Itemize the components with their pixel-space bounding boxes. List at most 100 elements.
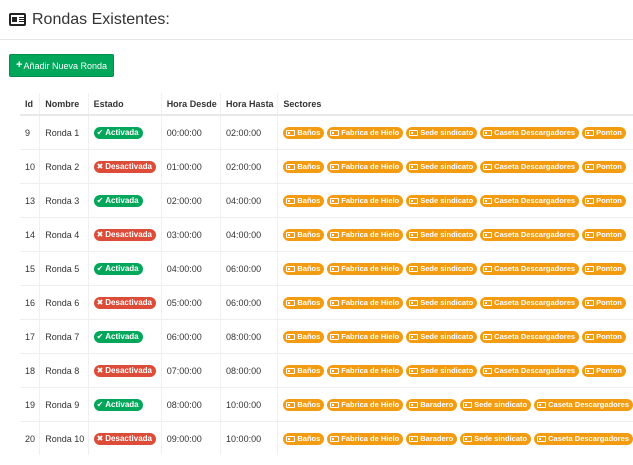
cell-hora-desde: 09:00:00 <box>160 421 221 455</box>
cell-hora-desde: 07:00:00 <box>160 353 221 388</box>
sector-list: Baños Fabrica de Hielo Sede sindicato Caset… <box>283 194 633 207</box>
status-badge: ✔ Activada <box>93 194 143 207</box>
cell-estado: ✔ Activada <box>87 319 162 354</box>
sector-badge: Caseta Descargadores <box>480 194 580 207</box>
sector-badge: Sede sindicato <box>406 330 478 343</box>
id-card-icon <box>330 367 340 374</box>
table-row[interactable]: 14 Ronda 4 ✖ Desactivada 03:00:00 04:00:00 Bañ… <box>20 217 633 252</box>
sector-badge-label: Baños <box>297 434 321 443</box>
cell-sectores: Baños Fabrica de Hielo Sede sindicato Caset… <box>277 149 633 184</box>
sector-badge: Caseta Descargadores <box>480 364 580 377</box>
sector-list: Baños Fabrica de Hielo Sede sindicato Caset… <box>283 364 633 377</box>
sector-badge-label: Baños <box>297 298 321 307</box>
sector-badge-label: Caseta Descargadores <box>494 128 576 137</box>
table-row[interactable]: 17 Ronda 7 ✔ Activada 06:00:00 08:00:00 Baños F… <box>20 319 633 354</box>
add-round-button[interactable]: + Añadir Nueva Ronda <box>9 54 114 77</box>
sector-badge-label: Sede sindicato <box>474 434 528 443</box>
sector-badge-label: Baños <box>297 366 321 375</box>
sector-badge: Fabrica de Hielo <box>327 398 404 411</box>
sector-badge-label: Baños <box>297 196 321 205</box>
cell-estado: ✖ Desactivada <box>87 285 162 320</box>
column-header-estado: Estado <box>87 93 162 116</box>
id-card-icon <box>585 129 595 136</box>
id-card-icon <box>483 129 493 136</box>
sector-badge-label: Fabrica de Hielo <box>341 230 400 239</box>
cell-sectores: Baños Fabrica de Hielo Sede sindicato Caset… <box>277 115 633 150</box>
sector-badge-label: Fabrica de Hielo <box>341 332 400 341</box>
page-title: Rondas Existentes: <box>32 10 170 28</box>
sector-badge: Caseta Descargadores <box>480 228 580 241</box>
sector-badge: Ponton <box>582 262 626 275</box>
sector-badge-label: Caseta Descargadores <box>494 196 576 205</box>
sector-badge-label: Fabrica de Hielo <box>341 434 400 443</box>
table-row[interactable]: 9 Ronda 1 ✔ Activada 00:00:00 02:00:00 Baños Fa… <box>20 115 633 150</box>
cell-id: 16 <box>20 285 40 320</box>
id-card-icon <box>286 265 296 272</box>
cell-id: 15 <box>20 251 40 286</box>
table-row[interactable]: 19 Ronda 9 ✔ Activada 08:00:00 10:00:00 Baños F… <box>20 387 633 422</box>
table-row[interactable]: 18 Ronda 8 ✖ Desactivada 07:00:00 08:00:00 Bañ… <box>20 353 633 388</box>
status-badge-label: Activada <box>105 399 139 409</box>
sector-badge: Baños <box>283 262 325 275</box>
id-card-icon <box>409 197 419 204</box>
page-header: Rondas Existentes: <box>0 0 633 40</box>
cell-hora-desde: 05:00:00 <box>160 285 221 320</box>
cell-estado: ✔ Activada <box>87 115 162 150</box>
id-card-icon <box>409 265 419 272</box>
cell-hora-desde: 02:00:00 <box>160 183 221 218</box>
sector-badge-label: Sede sindicato <box>420 196 474 205</box>
cell-hora-hasta: 06:00:00 <box>220 285 278 320</box>
cell-hora-desde: 00:00:00 <box>160 115 221 150</box>
sector-badge: Fabrica de Hielo <box>327 432 404 445</box>
id-card-icon <box>483 197 493 204</box>
cell-nombre: Ronda 8 <box>39 353 89 388</box>
id-card-icon <box>537 401 547 408</box>
sector-badge: Baradero <box>406 432 458 445</box>
table-row[interactable]: 10 Ronda 2 ✖ Desactivada 01:00:00 02:00:00 Bañ… <box>20 149 633 184</box>
sector-badge-label: Sede sindicato <box>420 264 474 273</box>
id-card-icon <box>330 435 340 442</box>
sector-badge: Baños <box>283 364 325 377</box>
status-badge-label: Activada <box>105 331 139 341</box>
status-badge-label: Desactivada <box>105 365 152 375</box>
id-card-icon <box>585 265 595 272</box>
sector-badge-label: Fabrica de Hielo <box>341 128 400 137</box>
sector-badge-label: Ponton <box>596 366 622 375</box>
table-body: 9 Ronda 1 ✔ Activada 00:00:00 02:00:00 Baños Fa… <box>20 115 633 455</box>
sector-badge: Baños <box>283 398 325 411</box>
cell-id: 19 <box>20 387 40 422</box>
table-row[interactable]: 13 Ronda 3 ✔ Activada 02:00:00 04:00:00 Baños F… <box>20 183 633 218</box>
sector-badge-label: Sede sindicato <box>420 230 474 239</box>
cell-id: 10 <box>20 149 40 184</box>
sector-badge-label: Caseta Descargadores <box>494 298 576 307</box>
sector-badge-label: Sede sindicato <box>420 128 474 137</box>
sector-list: Baños Fabrica de Hielo Sede sindicato Caset… <box>283 160 633 173</box>
table-row[interactable]: 20 Ronda 10 ✖ Desactivada 09:00:00 10:00:00 Ba… <box>20 421 633 455</box>
status-badge-label: Activada <box>105 263 139 273</box>
sector-badge-label: Sede sindicato <box>420 162 474 171</box>
cell-id: 17 <box>20 319 40 354</box>
sector-list: Baños Fabrica de Hielo Sede sindicato Caset… <box>283 262 633 275</box>
sector-badge-label: Ponton <box>596 332 622 341</box>
times-circle-icon: ✖ <box>96 229 104 239</box>
id-card-icon <box>483 299 493 306</box>
cell-sectores: Baños Fabrica de Hielo Sede sindicato Caset… <box>277 251 633 286</box>
id-card-icon <box>409 435 419 442</box>
sector-badge: Sede sindicato <box>406 160 478 173</box>
id-card-icon <box>537 435 547 442</box>
cell-id: 20 <box>20 421 40 455</box>
sector-badge: Baños <box>283 296 325 309</box>
id-card-icon <box>286 231 296 238</box>
table-row[interactable]: 16 Ronda 6 ✖ Desactivada 05:00:00 06:00:00 Bañ… <box>20 285 633 320</box>
status-badge-label: Desactivada <box>105 433 152 443</box>
sector-badge: Fabrica de Hielo <box>327 330 404 343</box>
sector-badge-label: Sede sindicato <box>420 366 474 375</box>
id-card-icon <box>330 401 340 408</box>
column-header-nombre: Nombre <box>39 93 89 116</box>
id-card-icon <box>409 163 419 170</box>
id-card-icon <box>330 333 340 340</box>
id-card-icon <box>330 299 340 306</box>
table-row[interactable]: 15 Ronda 5 ✔ Activada 04:00:00 06:00:00 Baños F… <box>20 251 633 286</box>
id-card-icon <box>483 265 493 272</box>
cell-nombre: Ronda 3 <box>39 183 89 218</box>
